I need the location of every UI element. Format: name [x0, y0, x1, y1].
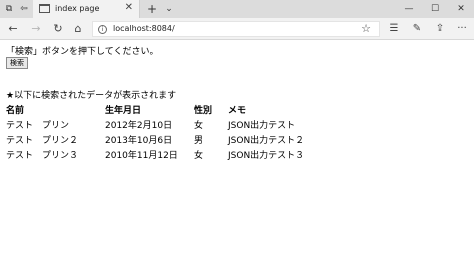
header-name: 名前: [6, 106, 25, 116]
favorite-star-icon[interactable]: ☆: [361, 22, 371, 35]
table-row: テスト プリン 2012年2月10日 女 JSON出力テスト: [6, 117, 348, 132]
cell-memo: JSON出力テスト３: [228, 151, 305, 161]
header-gender: 性別: [194, 106, 213, 116]
cell-gender: 女: [194, 121, 204, 131]
chevron-down-icon[interactable]: ⌄: [163, 3, 175, 15]
page-icon: [39, 4, 50, 13]
cell-birthdate: 2013年10月6日: [105, 136, 173, 146]
address-bar[interactable]: i localhost:8084/ ☆: [92, 21, 380, 37]
set-aside-tabs-icon[interactable]: ⇦: [18, 3, 30, 15]
tab-bar: ⧉ ⇦ index page ✕ + ⌄ — ☐ ✕: [0, 0, 474, 18]
header-birthdate: 生年月日: [105, 106, 142, 116]
favorites-hub-icon[interactable]: ☰: [387, 22, 401, 36]
cell-gender: 女: [194, 151, 204, 161]
cell-birthdate: 2012年2月10日: [105, 121, 173, 131]
share-icon[interactable]: ⇪: [433, 22, 447, 36]
cell-memo: JSON出力テスト: [228, 121, 296, 131]
back-icon[interactable]: ←: [6, 22, 20, 36]
notes-pen-icon[interactable]: ✎: [410, 22, 424, 36]
cell-memo: JSON出力テスト２: [228, 136, 305, 146]
plus-icon[interactable]: +: [146, 3, 158, 15]
cell-gender: 男: [194, 136, 204, 146]
refresh-icon[interactable]: ↻: [51, 22, 65, 36]
browser-tab[interactable]: index page ✕: [33, 0, 140, 18]
tab-actions-icon[interactable]: ⧉: [3, 3, 15, 15]
table-row: テスト プリン３ 2010年11月12日 女 JSON出力テスト３: [6, 147, 348, 162]
results-table: 名前 生年月日 性別 メモ テスト プリン 2012年2月10日 女 JSON出…: [6, 102, 348, 162]
forward-icon[interactable]: →: [29, 22, 43, 36]
maximize-button[interactable]: ☐: [422, 0, 448, 18]
close-window-button[interactable]: ✕: [448, 0, 474, 18]
close-tab-icon[interactable]: ✕: [125, 2, 133, 13]
table-row: テスト プリン２ 2013年10月6日 男 JSON出力テスト２: [6, 132, 348, 147]
cell-name: テスト プリン２: [6, 136, 79, 146]
result-message: ★以下に検索されたデータが表示されます: [6, 91, 177, 101]
home-icon[interactable]: ⌂: [71, 22, 85, 36]
info-icon[interactable]: i: [98, 25, 107, 34]
minimize-button[interactable]: —: [396, 0, 422, 18]
more-icon[interactable]: ···: [455, 22, 469, 36]
header-memo: メモ: [228, 106, 247, 116]
navigation-bar: ← → ↻ ⌂ i localhost:8084/ ☆ ☰ ✎ ⇪ ···: [0, 18, 474, 40]
instruction-text: 「検索」ボタンを押下してください。: [6, 47, 159, 57]
cell-name: テスト プリン３: [6, 151, 79, 161]
url-text[interactable]: localhost:8084/: [113, 24, 175, 33]
search-button[interactable]: 検索: [6, 57, 28, 69]
cell-name: テスト プリン: [6, 121, 70, 131]
tab-title: index page: [55, 4, 100, 13]
table-header-row: 名前 生年月日 性別 メモ: [6, 102, 348, 117]
cell-birthdate: 2010年11月12日: [105, 151, 178, 161]
